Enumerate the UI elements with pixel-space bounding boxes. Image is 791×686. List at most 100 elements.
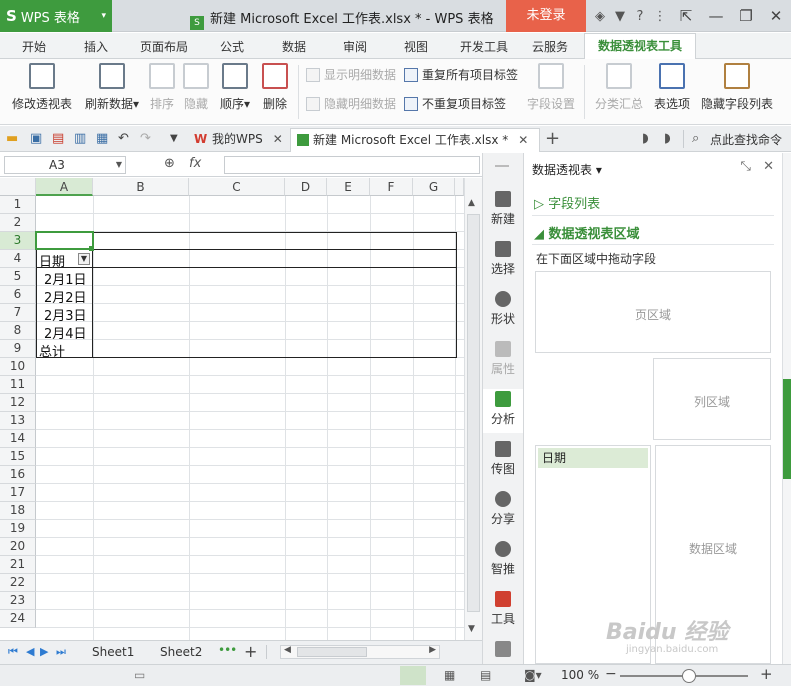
menu-insert[interactable]: 插入 (84, 38, 108, 55)
sidebar-properties[interactable]: 属性 (483, 341, 523, 377)
more-sheets-icon[interactable]: ••• (218, 643, 237, 657)
horizontal-scroll-thumb[interactable] (297, 647, 367, 657)
print-icon[interactable]: ▥ (74, 131, 86, 146)
scroll-down-icon[interactable]: ▼ (468, 624, 475, 634)
zoom-slider-knob[interactable] (682, 669, 696, 683)
row-header[interactable]: 8 (0, 322, 36, 340)
column-header-c[interactable]: C (189, 178, 285, 196)
table-options-button[interactable]: 表选项 (650, 63, 694, 112)
help-icon[interactable]: ? (630, 9, 650, 24)
order-button[interactable]: 顺序▾ (216, 63, 254, 112)
repeat-labels-button[interactable]: 重复所有项目标签 (404, 66, 518, 83)
wps-menu-button[interactable]: S WPS 表格 ▾ (0, 0, 112, 32)
no-repeat-labels-button[interactable]: 不重复项目标签 (404, 95, 506, 112)
modify-pivot-button[interactable]: 修改透视表 (10, 63, 74, 112)
pivot-area-section[interactable]: ◢ 数据透视表区域 (534, 223, 640, 242)
selected-cell-a3[interactable] (35, 231, 94, 250)
menu-developer[interactable]: 开发工具 (460, 38, 508, 55)
hide-field-list-button[interactable]: 隐藏字段列表 (698, 63, 776, 112)
menu-page-layout[interactable]: 页面布局 (140, 38, 188, 55)
last-sheet-icon[interactable]: ⏭ (56, 645, 66, 659)
column-header-a[interactable]: A (36, 178, 93, 196)
sidebar-select[interactable]: 选择 (483, 241, 523, 277)
save-icon[interactable]: ▣ (30, 131, 42, 146)
shirt-icon[interactable]: ▼ (610, 9, 630, 24)
more-icon[interactable]: ⋮ (650, 9, 670, 24)
collapse-pane-icon[interactable]: ⤡ (741, 159, 751, 174)
scroll-left-icon[interactable]: ◀ (284, 645, 291, 655)
column-header-f[interactable]: F (370, 178, 413, 196)
pane-toggle-tab[interactable] (783, 379, 791, 479)
column-header-d[interactable]: D (285, 178, 327, 196)
field-settings-button[interactable]: 字段设置 (524, 63, 578, 112)
sidebar-upload-image[interactable]: 传图 (483, 441, 523, 477)
hide-detail-button[interactable]: 隐藏明细数据 (306, 95, 396, 112)
minimize-button[interactable]: — (701, 7, 731, 25)
prev-icon[interactable]: ◗ (642, 131, 649, 146)
row-header[interactable]: 20 (0, 538, 36, 556)
row-header[interactable]: 3 (0, 232, 36, 250)
sidebar-share[interactable]: 分享 (483, 491, 523, 527)
skin-icon[interactable]: ◈ (590, 9, 610, 24)
redo-icon[interactable]: ↷ (140, 131, 151, 146)
row-header[interactable]: 9 (0, 340, 36, 358)
select-all-corner[interactable] (0, 178, 36, 196)
menu-cloud[interactable]: 云服务 (532, 38, 568, 55)
vertical-scroll-thumb[interactable] (467, 214, 480, 612)
row-header[interactable]: 22 (0, 574, 36, 592)
menu-home[interactable]: 开始 (22, 38, 46, 55)
row-header[interactable]: 15 (0, 448, 36, 466)
normal-view-button[interactable] (400, 666, 426, 685)
spreadsheet-grid[interactable]: A B C D E F G 1 2 3 4 5 6 7 8 9 10 11 12 13 14 15 16 17 1… (0, 178, 482, 640)
column-header-b[interactable]: B (93, 178, 189, 196)
page-layout-view-icon[interactable]: ▦ (444, 668, 455, 682)
menu-review[interactable]: 审阅 (343, 38, 367, 55)
field-list-section[interactable]: ▷ 字段列表 (534, 193, 600, 212)
tab-my-wps[interactable]: W 我的WPS ✕ (190, 128, 286, 152)
reading-mode-icon[interactable]: ◙▾ (524, 668, 542, 682)
row-header[interactable]: 11 (0, 376, 36, 394)
row-header[interactable]: 5 (0, 268, 36, 286)
subtotal-button[interactable]: 分类汇总 (592, 63, 646, 112)
vertical-scrollbar[interactable]: ▲ ▼ (464, 178, 482, 640)
sidebar-new[interactable]: 新建 (483, 191, 523, 227)
row-header[interactable]: 12 (0, 394, 36, 412)
row-header[interactable]: 4 (0, 250, 36, 268)
prev-sheet-icon[interactable]: ◀ (26, 645, 34, 658)
share-window-icon[interactable]: ⇱ (671, 7, 701, 25)
sidebar-shape[interactable]: 形状 (483, 291, 523, 327)
fx-icon[interactable]: fx (189, 156, 201, 171)
close-button[interactable]: ✕ (761, 7, 791, 25)
menu-view[interactable]: 视图 (404, 38, 428, 55)
row-header[interactable]: 18 (0, 502, 36, 520)
close-tab-icon[interactable]: ✕ (518, 133, 528, 147)
export-pdf-icon[interactable]: ▤ (52, 131, 64, 146)
new-tab-icon[interactable]: + (545, 128, 560, 149)
row-header[interactable]: 13 (0, 412, 36, 430)
page-break-view-icon[interactable]: ▤ (480, 668, 491, 682)
sidebar-analysis[interactable]: 分析 (483, 389, 523, 433)
login-button[interactable]: 未登录 (506, 0, 586, 32)
sort-button[interactable]: 排序 (148, 63, 176, 112)
column-zone[interactable]: 列区域 (653, 358, 771, 440)
close-tab-icon[interactable]: ✕ (273, 132, 283, 146)
undo-icon[interactable]: ↶ (118, 131, 129, 146)
print-preview-icon[interactable]: ▦ (96, 131, 108, 146)
formula-input[interactable] (224, 156, 480, 174)
zoom-out-icon[interactable]: − (605, 666, 617, 682)
row-header[interactable]: 7 (0, 304, 36, 322)
quick-access-more-icon[interactable]: ▼ (170, 133, 178, 144)
horizontal-scrollbar[interactable]: ◀ ▶ (280, 645, 440, 659)
row-header[interactable]: 19 (0, 520, 36, 538)
sheet-tab-2[interactable]: Sheet2 (160, 645, 202, 659)
maximize-button[interactable]: ❐ (731, 7, 761, 25)
row-header[interactable]: 2 (0, 214, 36, 232)
row-header[interactable]: 24 (0, 610, 36, 628)
column-header-g[interactable]: G (413, 178, 455, 196)
column-header-e[interactable]: E (327, 178, 370, 196)
sidebar-tools[interactable]: 工具 (483, 591, 523, 627)
refresh-data-button[interactable]: 刷新数据▾ (80, 63, 144, 112)
fill-handle[interactable] (89, 246, 94, 251)
name-box[interactable]: A3 ▼ (4, 156, 126, 174)
search-commands[interactable]: 点此查找命令 (710, 131, 782, 148)
